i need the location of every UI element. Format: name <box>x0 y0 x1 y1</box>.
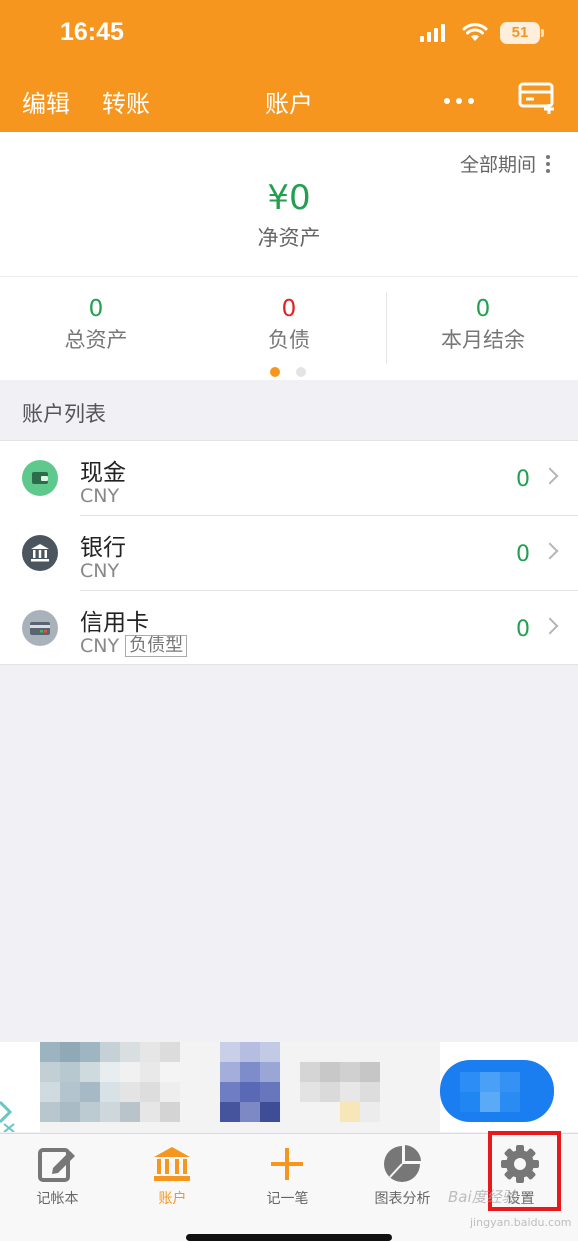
home-indicator <box>186 1234 392 1241</box>
liability-tag: 负债型 <box>125 635 188 657</box>
page-dot-active <box>270 367 280 377</box>
net-assets-label: 净资产 <box>257 226 321 250</box>
ad-banner[interactable] <box>0 1042 578 1132</box>
tab-label: 图表分析 <box>374 1191 431 1207</box>
accounts-screen: 16:45 51 编辑 转账 账户 全部期间 ¥0 净资产 0 总资产 0 负债… <box>0 0 578 1241</box>
status-icons: 51 <box>420 22 544 44</box>
stat-label: 本月结余 <box>441 328 525 352</box>
bank-icon <box>154 1147 190 1181</box>
chevron-right-icon <box>541 467 559 485</box>
period-selector[interactable]: 全部期间 <box>460 150 550 177</box>
page-indicator[interactable] <box>270 367 306 377</box>
more-icon[interactable] <box>440 84 480 114</box>
stat-liabilities: 0 负债 <box>193 296 385 354</box>
tab-accounts[interactable]: 账户 <box>115 1134 230 1214</box>
tab-label: 记帐本 <box>36 1191 79 1207</box>
summary-panel: 全部期间 ¥0 净资产 0 总资产 0 负债 0 本月结余 <box>0 132 578 380</box>
account-row-cash[interactable]: 现金 CNY 0 <box>0 441 578 516</box>
account-list: 现金 CNY 0 银行 CNY 0 信用卡 CNY 负债型 0 <box>0 440 578 665</box>
period-label: 全部期间 <box>459 154 536 176</box>
pie-chart-icon <box>384 1145 421 1182</box>
edit-button[interactable]: 编辑 <box>22 84 70 119</box>
stat-label: 负债 <box>268 328 310 352</box>
stat-month-balance: 0 本月结余 <box>387 296 578 354</box>
stat-value: 0 <box>281 296 297 322</box>
account-list-header: 账户列表 <box>22 402 106 426</box>
tab-notebook[interactable]: 记帐本 <box>0 1134 115 1214</box>
status-time: 16:45 <box>60 18 124 46</box>
chevron-right-icon <box>541 617 559 635</box>
stat-value: 0 <box>475 296 491 322</box>
notebook-icon <box>38 1148 75 1182</box>
tab-label: 账户 <box>158 1191 187 1207</box>
battery-indicator: 51 <box>500 22 544 44</box>
bank-icon <box>22 535 58 571</box>
chevron-right-icon <box>541 542 559 560</box>
watermark-url: jingyan.baidu.com <box>470 1216 572 1229</box>
account-currency: CNY <box>80 560 120 582</box>
transfer-button[interactable]: 转账 <box>102 84 150 119</box>
page-title: 账户 <box>265 90 313 118</box>
account-name: 银行 <box>80 535 126 561</box>
add-card-icon[interactable] <box>518 80 560 116</box>
top-bar: 16:45 51 编辑 转账 账户 <box>0 0 578 132</box>
stat-value: 0 <box>88 296 104 322</box>
page-dot-inactive <box>296 367 306 377</box>
account-row-bank[interactable]: 银行 CNY 0 <box>0 516 578 591</box>
plus-icon <box>271 1148 303 1180</box>
tab-charts[interactable]: 图表分析 <box>345 1134 460 1214</box>
stat-label: 总资产 <box>64 328 128 352</box>
stat-total-assets: 0 总资产 <box>0 296 192 354</box>
tab-add-entry[interactable]: 记一笔 <box>230 1134 345 1214</box>
divider <box>0 276 578 277</box>
vertical-dots-icon <box>546 154 550 173</box>
wallet-icon <box>22 460 58 496</box>
credit-card-icon <box>22 610 58 646</box>
account-row-credit-card[interactable]: 信用卡 CNY 负债型 0 <box>0 591 578 666</box>
account-currency: CNY <box>80 485 120 507</box>
tab-label: 记一笔 <box>266 1191 309 1207</box>
account-amount: 0 <box>516 542 530 567</box>
signal-icon <box>420 24 445 42</box>
net-assets-value: ¥0 <box>267 178 311 218</box>
account-name: 现金 <box>80 460 126 486</box>
account-amount: 0 <box>516 617 530 642</box>
ad-image <box>0 1042 554 1132</box>
account-amount: 0 <box>516 467 530 492</box>
account-currency: CNY <box>80 635 120 657</box>
wifi-icon <box>462 23 488 41</box>
account-name: 信用卡 <box>80 610 149 636</box>
watermark: Bai度经验 <box>448 1188 517 1206</box>
